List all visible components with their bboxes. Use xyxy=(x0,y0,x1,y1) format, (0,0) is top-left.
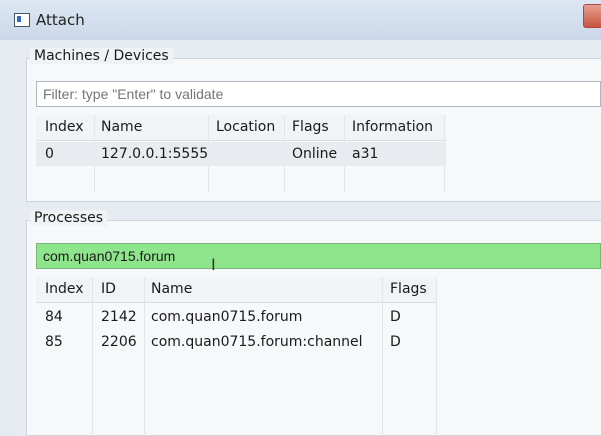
process-row-id[interactable]: 2206 xyxy=(101,330,137,355)
window-titlebar: Attach xyxy=(0,0,601,40)
machines-col-location[interactable]: Location xyxy=(216,115,275,140)
machine-row[interactable] xyxy=(36,142,446,166)
machine-row-index: 0 xyxy=(45,146,54,162)
machines-col-flags[interactable]: Flags xyxy=(292,115,329,140)
machines-col-index[interactable]: Index xyxy=(45,115,84,140)
process-row-flags[interactable]: D xyxy=(390,305,401,330)
close-button[interactable] xyxy=(583,4,601,28)
machines-col-name[interactable]: Name xyxy=(101,115,142,140)
app-icon xyxy=(14,13,30,27)
process-row-name[interactable]: com.quan0715.forum xyxy=(151,305,302,330)
machines-group-title: Machines / Devices xyxy=(30,48,173,64)
machine-row-name: 127.0.0.1:5555 xyxy=(101,146,209,162)
window-title: Attach xyxy=(36,11,85,29)
process-filter-input[interactable] xyxy=(36,243,601,269)
machine-filter-input[interactable] xyxy=(36,81,601,107)
machine-row-information: a31 xyxy=(352,146,379,162)
processes-col-index[interactable]: Index xyxy=(45,277,84,302)
process-row-index[interactable]: 84 xyxy=(45,305,63,330)
process-row-id[interactable]: 2142 xyxy=(101,305,137,330)
processes-group-title: Processes xyxy=(30,210,108,226)
machine-row-flags: Online xyxy=(292,146,338,162)
processes-table xyxy=(36,277,601,434)
process-row-name[interactable]: com.quan0715.forum:channel xyxy=(151,330,363,355)
process-row-index[interactable]: 85 xyxy=(45,330,63,355)
processes-col-name[interactable]: Name xyxy=(151,277,192,302)
processes-col-id[interactable]: ID xyxy=(101,277,116,302)
text-cursor-icon: Ι xyxy=(211,255,216,274)
processes-header xyxy=(36,277,436,303)
machines-col-information[interactable]: Information xyxy=(352,115,433,140)
process-row-flags[interactable]: D xyxy=(390,330,401,355)
processes-col-flags[interactable]: Flags xyxy=(390,277,427,302)
